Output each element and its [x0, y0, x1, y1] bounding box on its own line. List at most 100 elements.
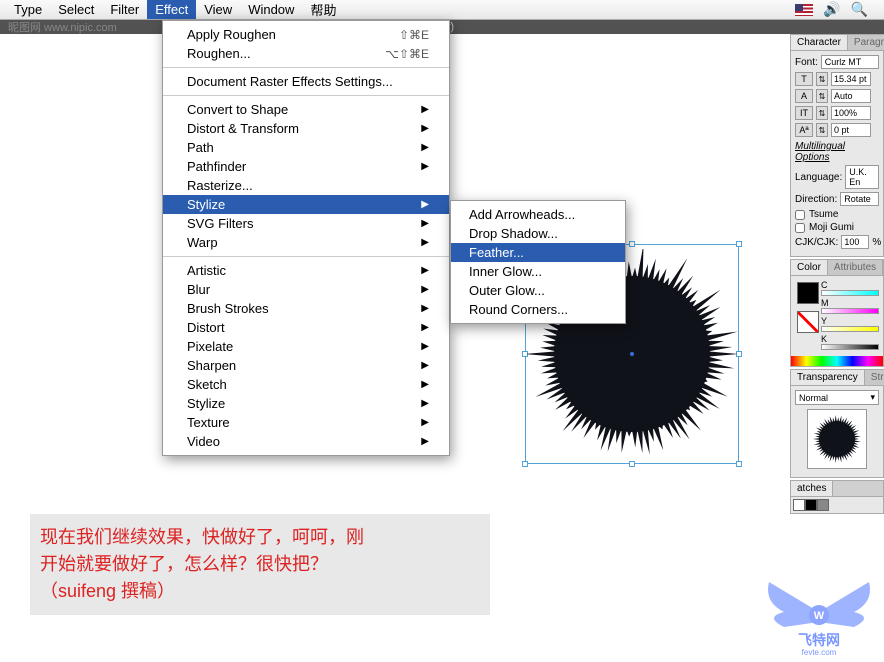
- menu-rasterize[interactable]: Rasterize...: [163, 176, 449, 195]
- transparency-preview: [807, 409, 867, 469]
- stroke-swatch[interactable]: [797, 311, 819, 333]
- menu-sharpen[interactable]: Sharpen▶: [163, 356, 449, 375]
- tsume-checkbox[interactable]: [795, 210, 805, 220]
- menu-pathfinder[interactable]: Pathfinder▶: [163, 157, 449, 176]
- titlebar-suffix: iew): [434, 21, 884, 33]
- swatches-grid[interactable]: [791, 497, 883, 513]
- menu-path[interactable]: Path▶: [163, 138, 449, 157]
- annotation-text: 现在我们继续效果，快做好了，呵呵，刚 开始就要做好了，怎么样？很快把？ （sui…: [30, 514, 490, 615]
- menu-type[interactable]: Type: [6, 0, 50, 19]
- tab-swatches[interactable]: atches: [791, 481, 833, 496]
- fill-swatch[interactable]: [797, 282, 819, 304]
- site-logo: W 飞特网 fevte.com: [759, 567, 879, 657]
- watermark-text: 昵图网 www.nipic.com: [8, 19, 117, 35]
- menu-window[interactable]: Window: [240, 0, 302, 19]
- submenu-inner-glow[interactable]: Inner Glow...: [451, 262, 625, 281]
- color-panel: Color Attributes C M Y K: [790, 259, 884, 367]
- menu-pixelate[interactable]: Pixelate▶: [163, 337, 449, 356]
- menu-distort-transform[interactable]: Distort & Transform▶: [163, 119, 449, 138]
- stepper-icon[interactable]: ⇅: [816, 89, 828, 103]
- submenu-drop-shadow[interactable]: Drop Shadow...: [451, 224, 625, 243]
- submenu-outer-glow[interactable]: Outer Glow...: [451, 281, 625, 300]
- menu-effect[interactable]: Effect: [147, 0, 196, 19]
- leading-input[interactable]: [831, 89, 871, 103]
- font-label: Font:: [795, 57, 818, 68]
- menu-brush-strokes[interactable]: Brush Strokes▶: [163, 299, 449, 318]
- language-label: Language:: [795, 172, 842, 183]
- flag-icon[interactable]: [795, 4, 813, 16]
- menu-convert-to-shape[interactable]: Convert to Shape▶: [163, 100, 449, 119]
- multilingual-header: Multilingual Options: [795, 141, 879, 163]
- tab-paragraph[interactable]: Paragr: [848, 35, 884, 50]
- stepper-icon[interactable]: ⇅: [816, 106, 828, 120]
- submenu-add-arrowheads[interactable]: Add Arrowheads...: [451, 205, 625, 224]
- magenta-label: M: [821, 298, 829, 308]
- menu-roughen[interactable]: Roughen...⌥⇧⌘E: [163, 44, 449, 63]
- menu-blur[interactable]: Blur▶: [163, 280, 449, 299]
- color-spectrum[interactable]: [791, 356, 883, 366]
- handle-bot-right[interactable]: [736, 461, 742, 467]
- menu-doc-raster-settings[interactable]: Document Raster Effects Settings...: [163, 72, 449, 91]
- cjk-input[interactable]: [841, 235, 869, 249]
- stepper-icon[interactable]: ⇅: [816, 72, 828, 86]
- svg-text:fevte.com: fevte.com: [802, 648, 837, 657]
- transparency-panel: Transparency Str Normal▾: [790, 369, 884, 478]
- speaker-icon[interactable]: 🔊: [823, 1, 840, 18]
- language-select[interactable]: U.K. En: [845, 165, 879, 189]
- menu-help[interactable]: 帮助: [302, 0, 344, 21]
- spotlight-icon[interactable]: 🔍: [851, 1, 868, 18]
- tab-transparency[interactable]: Transparency: [791, 370, 865, 385]
- handle-bot-mid[interactable]: [629, 461, 635, 467]
- menu-stylize-2[interactable]: Stylize▶: [163, 394, 449, 413]
- blend-mode-select[interactable]: Normal▾: [795, 390, 879, 405]
- tab-color[interactable]: Color: [791, 260, 828, 275]
- menubar: Type Select Filter Effect View Window 帮助…: [0, 0, 884, 20]
- menu-select[interactable]: Select: [50, 0, 102, 19]
- baseline-input[interactable]: [831, 123, 871, 137]
- menu-texture[interactable]: Texture▶: [163, 413, 449, 432]
- cyan-label: C: [821, 280, 828, 290]
- menu-warp[interactable]: Warp▶: [163, 233, 449, 252]
- direction-select[interactable]: Rotate: [840, 192, 879, 206]
- menu-stylize[interactable]: Stylize▶: [163, 195, 449, 214]
- menu-video[interactable]: Video▶: [163, 432, 449, 451]
- mojigumi-checkbox[interactable]: [795, 223, 805, 233]
- tab-attributes[interactable]: Attributes: [828, 260, 883, 275]
- panels-column: Character Paragr Font: Curlz MT T ⇅ A ⇅ …: [790, 34, 884, 514]
- menu-view[interactable]: View: [196, 0, 240, 19]
- font-size-icon: T: [795, 72, 813, 86]
- black-label: K: [821, 334, 827, 344]
- cjk-pct: %: [872, 237, 881, 248]
- handle-top-right[interactable]: [736, 241, 742, 247]
- tab-stroke[interactable]: Str: [865, 370, 884, 385]
- handle-bot-left[interactable]: [522, 461, 528, 467]
- leading-icon: A: [795, 89, 813, 103]
- swatches-panel: atches: [790, 480, 884, 514]
- menu-apply-roughen[interactable]: Apply Roughen⇧⌘E: [163, 25, 449, 44]
- menu-artistic[interactable]: Artistic▶: [163, 261, 449, 280]
- menu-sketch[interactable]: Sketch▶: [163, 375, 449, 394]
- stylize-submenu: Add Arrowheads... Drop Shadow... Feather…: [450, 200, 626, 324]
- yellow-label: Y: [821, 316, 827, 326]
- direction-label: Direction:: [795, 194, 837, 205]
- svg-text:飞特网: 飞特网: [798, 632, 840, 648]
- baseline-icon: Aª: [795, 123, 813, 137]
- menu-svg-filters[interactable]: SVG Filters▶: [163, 214, 449, 233]
- stepper-icon[interactable]: ⇅: [816, 123, 828, 137]
- submenu-feather[interactable]: Feather...: [451, 243, 625, 262]
- effect-dropdown: Apply Roughen⇧⌘E Roughen...⌥⇧⌘E Document…: [162, 20, 450, 456]
- svg-text:W: W: [814, 610, 825, 622]
- mojigumi-label: Moji Gumi: [809, 222, 854, 233]
- cjk-label: CJK/CJK:: [795, 237, 838, 248]
- font-select[interactable]: Curlz MT: [821, 55, 879, 69]
- character-panel: Character Paragr Font: Curlz MT T ⇅ A ⇅ …: [790, 34, 884, 257]
- menu-distort[interactable]: Distort▶: [163, 318, 449, 337]
- menu-filter[interactable]: Filter: [102, 0, 147, 19]
- submenu-round-corners[interactable]: Round Corners...: [451, 300, 625, 319]
- tsume-label: Tsume: [809, 209, 838, 220]
- handle-top-mid[interactable]: [629, 241, 635, 247]
- scale-input[interactable]: [831, 106, 871, 120]
- font-size-input[interactable]: [831, 72, 871, 86]
- tab-character[interactable]: Character: [791, 35, 848, 50]
- scale-icon: IT: [795, 106, 813, 120]
